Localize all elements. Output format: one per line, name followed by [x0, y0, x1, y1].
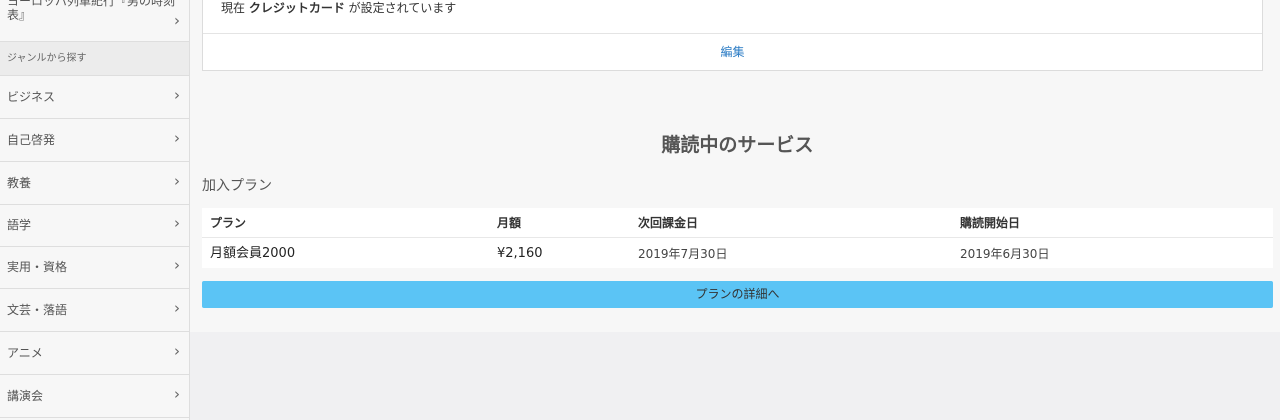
- chevron-right-icon: ›: [174, 85, 180, 104]
- sidebar-item-label: 講演会: [7, 389, 44, 403]
- chevron-right-icon: ›: [174, 171, 180, 190]
- payment-status-suffix: が設定されています: [344, 1, 457, 15]
- sidebar-item-lecture[interactable]: 講演会 ›: [0, 375, 189, 418]
- chevron-right-icon: ›: [174, 128, 180, 147]
- sidebar-item-label: ビジネス: [7, 90, 56, 104]
- edit-payment-link[interactable]: 編集: [203, 34, 1262, 70]
- sidebar-item-anime[interactable]: アニメ ›: [0, 332, 189, 375]
- column-header-price: 月額: [497, 216, 522, 230]
- cell-next-billing: 2019年7月30日: [638, 247, 728, 261]
- sidebar-item-label: 実用・資格: [7, 260, 68, 274]
- table-header-row: プラン 月額 次回課金日 購読開始日: [202, 208, 1273, 238]
- table-row: 月額会員2000 ¥2,160 2019年7月30日 2019年6月30日: [202, 239, 1273, 269]
- main-content: 現在 クレジットカード が設定されています 編集 購読中のサービス 加入プラン …: [190, 0, 1280, 332]
- chevron-right-icon: ›: [174, 255, 180, 274]
- sidebar-item-label: 教養: [7, 176, 32, 190]
- sidebar-item-label: アニメ: [7, 346, 43, 360]
- payment-status: 現在 クレジットカード が設定されています: [203, 0, 1262, 34]
- column-header-next-billing: 次回課金日: [638, 216, 699, 230]
- page-title: 購読中のサービス: [661, 134, 814, 156]
- chevron-right-icon: ›: [174, 384, 180, 403]
- column-header-plan: プラン: [210, 216, 247, 230]
- plan-details-button[interactable]: プランの詳細へ: [202, 281, 1273, 308]
- chevron-right-icon: ›: [174, 298, 180, 317]
- sidebar-item-current-title[interactable]: ヨーロッパ列車紀行『男の時刻表』 ›: [0, 0, 189, 42]
- sidebar: ヨーロッパ列車紀行『男の時刻表』 › ジャンルから探す ビジネス › 自己啓発 …: [0, 0, 190, 420]
- column-header-start-date: 購読開始日: [960, 216, 1021, 230]
- plan-table: プラン 月額 次回課金日 購読開始日 月額会員2000 ¥2,160 2019年…: [202, 208, 1273, 268]
- sidebar-item-practical[interactable]: 実用・資格 ›: [0, 246, 189, 289]
- sidebar-item-culture[interactable]: 教養 ›: [0, 162, 189, 205]
- chevron-right-icon: ›: [174, 10, 180, 29]
- chevron-right-icon: ›: [174, 213, 180, 232]
- sidebar-item-language[interactable]: 語学 ›: [0, 204, 189, 247]
- payment-method-card: 現在 クレジットカード が設定されています 編集: [202, 0, 1263, 71]
- chevron-right-icon: ›: [174, 341, 180, 360]
- sidebar-item-label: 自己啓発: [7, 133, 56, 147]
- payment-status-prefix: 現在: [221, 1, 249, 15]
- payment-method: クレジットカード: [248, 1, 345, 15]
- plan-heading: 加入プラン: [202, 178, 272, 194]
- sidebar-item-label: ヨーロッパ列車紀行『男の時刻表』: [7, 0, 176, 22]
- cell-start-date: 2019年6月30日: [960, 247, 1050, 261]
- cell-price: ¥2,160: [497, 246, 543, 261]
- sidebar-section-genre: ジャンルから探す: [0, 42, 189, 76]
- sidebar-item-label: 文芸・落語: [7, 303, 68, 317]
- sidebar-item-literature[interactable]: 文芸・落語 ›: [0, 289, 189, 332]
- sidebar-item-business[interactable]: ビジネス ›: [0, 76, 189, 119]
- cell-plan: 月額会員2000: [210, 246, 296, 261]
- sidebar-item-self-development[interactable]: 自己啓発 ›: [0, 119, 189, 162]
- sidebar-item-label: 語学: [7, 218, 32, 232]
